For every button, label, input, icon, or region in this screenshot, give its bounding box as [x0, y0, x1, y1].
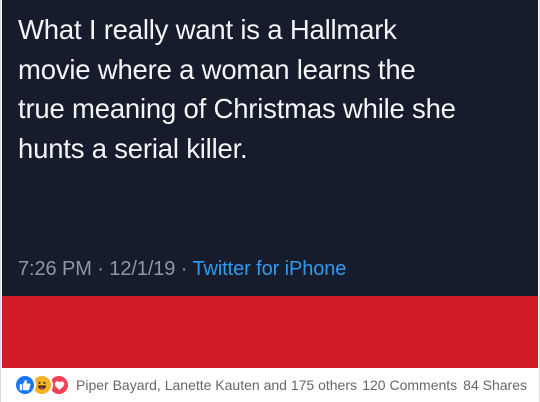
- meta-separator: ·: [180, 258, 188, 280]
- shares-count[interactable]: 84 Shares: [463, 377, 527, 393]
- like-icon[interactable]: [14, 374, 36, 396]
- tweet-source: Twitter for iPhone: [192, 258, 347, 280]
- reactors-text[interactable]: Piper Bayard, Lanette Kauten and 175 oth…: [76, 377, 357, 393]
- comments-count[interactable]: 120 Comments: [362, 377, 457, 393]
- tweet-text-line: What I really want is a Hallmark: [18, 14, 397, 45]
- tweet-text-line: movie where a woman learns the: [18, 53, 416, 85]
- tweet-text: What I really want is a Hallmark movie wh…: [18, 10, 523, 168]
- tweet-text-line: hunts a serial killer.: [18, 132, 248, 164]
- reaction-icons[interactable]: [14, 374, 70, 396]
- red-banner: [2, 296, 538, 368]
- meta-separator: ·: [97, 258, 104, 280]
- tweet-time: 7:26 PM: [18, 258, 92, 280]
- tweet-meta: 7:26 PM · 12/1/19 · Twitter for iPhone: [18, 258, 346, 281]
- engagement-counts: 120 Comments 84 Shares: [362, 377, 527, 393]
- facebook-post: What I really want is a Hallmark movie wh…: [0, 0, 540, 402]
- tweet-text-line: true meaning of Christmas while she: [18, 93, 456, 124]
- tweet-screenshot: What I really want is a Hallmark movie wh…: [2, 0, 538, 296]
- tweet-date: 12/1/19: [109, 258, 176, 280]
- post-footer: Piper Bayard, Lanette Kauten and 175 oth…: [1, 368, 539, 402]
